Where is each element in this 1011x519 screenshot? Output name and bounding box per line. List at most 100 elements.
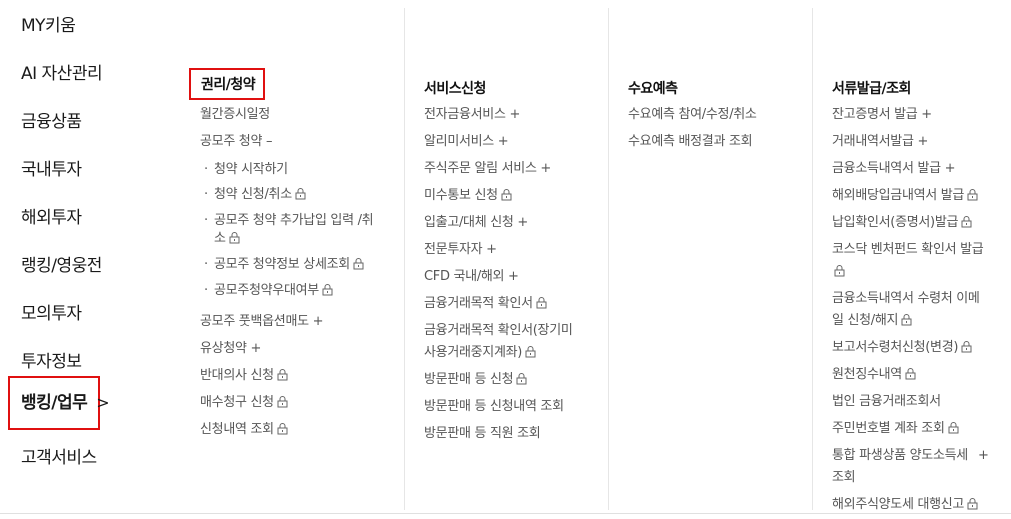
lock-icon [501, 189, 512, 201]
menu-item[interactable]: 금융소득내역서 발급 + [832, 160, 956, 178]
lock-icon [295, 188, 306, 200]
menu-item-label: 원천징수내역 [832, 367, 902, 382]
nav-item-banking[interactable]: 뱅킹/업무 > [8, 376, 110, 430]
submenu-item-label: 공모주 청약 추가납입 입력 /취 [214, 213, 374, 228]
menu-item-label: 방문판매 등 신청 [424, 372, 514, 387]
menu-item-cont[interactable]: 조회 [832, 469, 856, 487]
column-divider [812, 8, 813, 510]
menu-item-cont[interactable]: 일 신청/해지 [832, 312, 912, 330]
menu-item-label: 금융거래목적 확인서 [424, 296, 533, 311]
submenu-item-cont[interactable]: 소 [214, 230, 240, 248]
menu-item[interactable]: 법인 금융거래조회서 [832, 393, 941, 411]
lock-icon [516, 373, 527, 385]
nav-item-ranking[interactable]: 랭킹/영웅전 [21, 251, 102, 276]
menu-item[interactable]: CFD 국내/해외 + [424, 268, 519, 286]
lock-icon [905, 368, 916, 380]
menu-item-label: 사용거래중지계좌) [424, 345, 523, 360]
menu-item-label: 해외배당입금내역서 발급 [832, 188, 965, 203]
lock-icon [961, 216, 972, 228]
menu-item[interactable]: 입출고/대체 신청 + [424, 214, 528, 232]
column-title-documents[interactable]: 서류발급/조회 [832, 78, 911, 98]
nav-item-ai-asset[interactable]: AI 자산관리 [21, 59, 103, 84]
column-title-demand[interactable]: 수요예측 [628, 78, 678, 98]
lock-icon [901, 314, 912, 326]
menu-item[interactable]: 주민번호별 계좌 조회 [832, 420, 959, 438]
column-title-service[interactable]: 서비스신청 [424, 78, 486, 98]
menu-item[interactable]: 해외주식양도세 대행신고 [832, 496, 978, 514]
submenu-item-label: 청약 시작하기 [214, 162, 288, 177]
lock-icon [536, 297, 547, 309]
menu-item[interactable]: 신청내역 조회 [200, 421, 288, 439]
lock-icon [961, 341, 972, 353]
menu-item[interactable]: 방문판매 등 신청내역 조회 [424, 398, 564, 416]
menu-item[interactable]: 전자금융서비스 + [424, 106, 520, 124]
lock-icon [277, 396, 288, 408]
lock-icon [834, 265, 845, 277]
menu-item[interactable]: 매수청구 신청 [200, 394, 288, 412]
menu-item-label: 통합 파생상품 양도소득세 [832, 448, 968, 463]
menu-item[interactable]: 수요예측 참여/수정/취소 [628, 106, 757, 124]
nav-item-my-kiwoom[interactable]: MY키움 [21, 11, 76, 36]
menu-item[interactable]: 원천징수내역 [832, 366, 916, 384]
submenu-item-label: 공모주 청약정보 상세조회 [214, 257, 350, 272]
menu-item[interactable]: 코스닥 벤처펀드 확인서 발급 [832, 241, 984, 259]
submenu-item[interactable]: · 청약 시작하기 [204, 161, 288, 179]
lock-icon [322, 284, 333, 296]
menu-item-label: 주민번호별 계좌 조회 [832, 421, 945, 436]
lock-icon [967, 498, 978, 510]
menu-item[interactable]: 반대의사 신청 [200, 367, 288, 385]
menu-item[interactable]: 거래내역서발급 + [832, 133, 928, 151]
menu-item[interactable]: 유상청약 + [200, 340, 261, 358]
nav-item-overseas-invest[interactable]: 해외투자 [21, 203, 82, 228]
menu-item-cont[interactable]: 사용거래중지계좌) [424, 344, 536, 362]
nav-item-domestic-invest[interactable]: 국내투자 [21, 155, 82, 180]
bottom-divider [0, 513, 1011, 514]
menu-item[interactable]: 납입확인서(증명서)발급 [832, 214, 972, 232]
menu-item-cont[interactable] [832, 263, 845, 281]
menu-item-label: 매수청구 신청 [200, 395, 274, 410]
column-divider [608, 8, 609, 510]
menu-item-label: 미수통보 신청 [424, 188, 498, 203]
menu-item-label: 보고서수령처신청(변경) [832, 340, 959, 355]
menu-item[interactable]: 수요예측 배정결과 조회 [628, 133, 753, 151]
menu-item[interactable]: 금융거래목적 확인서(장기미 [424, 322, 573, 340]
menu-item-label: 납입확인서(증명서)발급 [832, 215, 959, 230]
menu-item[interactable]: 공모주 청약 – [200, 133, 272, 151]
submenu-item[interactable]: · 공모주 청약 추가납입 입력 /취 [204, 212, 374, 230]
menu-item[interactable]: 금융거래목적 확인서 [424, 295, 547, 313]
menu-item[interactable]: 미수통보 신청 [424, 187, 512, 205]
menu-item[interactable]: 금융소득내역서 수령처 이메 [832, 290, 980, 308]
menu-item[interactable]: 통합 파생상품 양도소득세 + [832, 447, 989, 465]
lock-icon [353, 258, 364, 270]
plus-icon: + [977, 448, 989, 463]
submenu-item-label: 청약 신청/취소 [214, 187, 292, 202]
menu-item[interactable]: 알리미서비스 + [424, 133, 509, 151]
submenu-item-label: 소 [214, 231, 226, 246]
lock-icon [948, 422, 959, 434]
menu-item[interactable]: 주식주문 알림 서비스 + [424, 160, 551, 178]
nav-item-invest-info[interactable]: 투자정보 [21, 347, 82, 372]
chevron-right-icon: > [96, 393, 110, 412]
nav-item-mock-invest[interactable]: 모의투자 [21, 299, 82, 324]
lock-icon [277, 369, 288, 381]
menu-item[interactable]: 전문투자자 + [424, 241, 497, 259]
nav-item-customer-service[interactable]: 고객서비스 [21, 443, 97, 468]
lock-icon [277, 423, 288, 435]
menu-item[interactable]: 잔고증명서 발급 + [832, 106, 932, 124]
submenu-item[interactable]: · 공모주 청약정보 상세조회 [204, 256, 364, 274]
menu-item[interactable]: 해외배당입금내역서 발급 [832, 187, 978, 205]
menu-item-label: 반대의사 신청 [200, 368, 274, 383]
left-nav: MY키움 AI 자산관리 금융상품 국내투자 해외투자 랭킹/영웅전 모의투자 … [0, 0, 160, 519]
menu-item[interactable]: 방문판매 등 직원 조회 [424, 425, 541, 443]
menu-item[interactable]: 보고서수령처신청(변경) [832, 339, 972, 357]
column-title-rights[interactable]: 권리/청약 [189, 68, 266, 100]
menu-item-label: 해외주식양도세 대행신고 [832, 497, 965, 512]
menu-item-label: 신청내역 조회 [200, 422, 274, 437]
menu-item[interactable]: 방문판매 등 신청 [424, 371, 527, 389]
nav-item-banking-label: 뱅킹/업무 [21, 393, 88, 413]
menu-item[interactable]: 월간증시일정 [200, 106, 270, 124]
menu-item[interactable]: 공모주 풋백옵션매도 + [200, 313, 324, 331]
submenu-item[interactable]: · 공모주청약우대여부 [204, 282, 333, 300]
submenu-item[interactable]: · 청약 신청/취소 [204, 186, 306, 204]
nav-item-financial-products[interactable]: 금융상품 [21, 107, 82, 132]
